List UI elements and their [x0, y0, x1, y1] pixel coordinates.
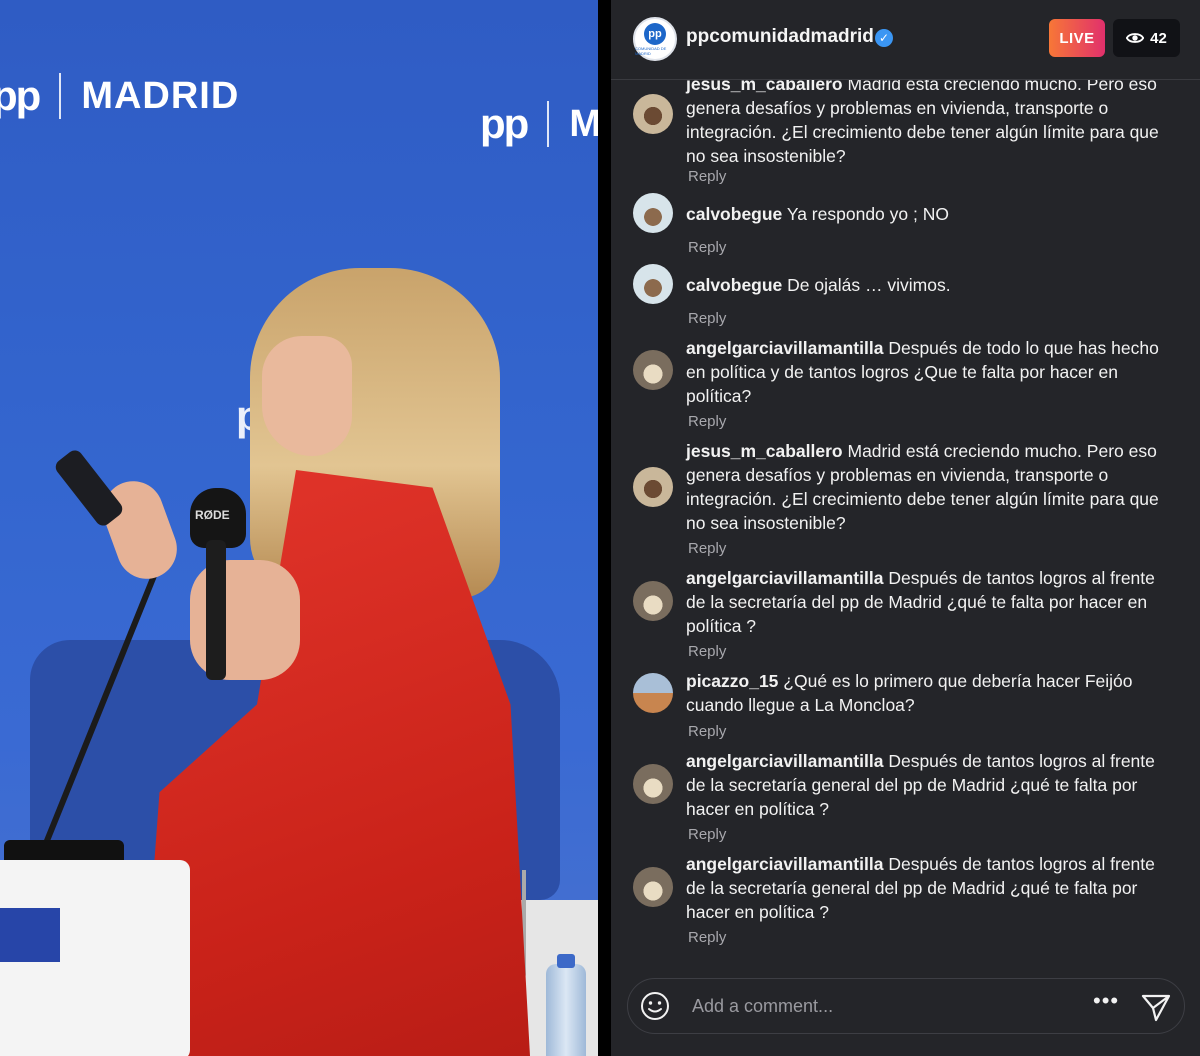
- comment-username[interactable]: calvobegue: [686, 204, 782, 224]
- comment-username[interactable]: jesus_m_caballero: [686, 441, 843, 461]
- table-card: [0, 908, 60, 962]
- comment-username[interactable]: angelgarciavillamantilla: [686, 854, 883, 874]
- viewer-count-badge[interactable]: 42: [1113, 19, 1180, 57]
- comment-text: angelgarciavillamantilla Después de tant…: [686, 566, 1176, 638]
- commenter-avatar[interactable]: [633, 94, 673, 134]
- comment-text: jesus_m_caballero Madrid está creciendo …: [686, 72, 1176, 168]
- commenter-avatar[interactable]: [633, 264, 673, 304]
- reply-button[interactable]: Reply: [688, 310, 726, 327]
- comment-body: Ya respondo yo ; NO: [786, 204, 949, 224]
- commenter-avatar[interactable]: [633, 581, 673, 621]
- account-avatar-caption: COMUNIDAD DE MADRID: [635, 45, 667, 56]
- more-options-icon[interactable]: •••: [1093, 990, 1118, 1017]
- comment-text: picazzo_15 ¿Qué es lo primero que deberí…: [686, 669, 1176, 717]
- reply-button[interactable]: Reply: [688, 929, 726, 946]
- commenter-avatar[interactable]: [633, 467, 673, 507]
- live-comments-panel: pp COMUNIDAD DE MADRID ppcomunidadmadrid…: [611, 0, 1200, 1056]
- reply-button[interactable]: Reply: [688, 239, 726, 256]
- backdrop-logo-divider: [59, 73, 62, 119]
- reply-button[interactable]: Reply: [688, 643, 726, 660]
- comment-text: angelgarciavillamantilla Después de todo…: [686, 336, 1176, 408]
- reply-button[interactable]: Reply: [688, 826, 726, 843]
- water-bottle: [546, 954, 586, 1056]
- commenter-avatar[interactable]: [633, 673, 673, 713]
- comment-text: angelgarciavillamantilla Después de tant…: [686, 749, 1176, 821]
- live-badge: LIVE: [1049, 19, 1105, 57]
- viewer-count: 42: [1150, 29, 1167, 47]
- commenter-avatar[interactable]: [633, 764, 673, 804]
- emoji-icon[interactable]: [640, 991, 670, 1021]
- reply-button[interactable]: Reply: [688, 413, 726, 430]
- comment-composer: •••: [627, 978, 1185, 1034]
- comment-username[interactable]: calvobegue: [686, 275, 782, 295]
- eye-icon: [1126, 33, 1145, 43]
- account-username[interactable]: ppcomunidadmadrid: [686, 26, 874, 48]
- reply-button[interactable]: Reply: [688, 540, 726, 557]
- comment-input[interactable]: [692, 989, 1072, 1023]
- mic-handle: [206, 540, 226, 680]
- comment-text: calvobegue Ya respondo yo ; NO: [686, 202, 1176, 226]
- reply-button[interactable]: Reply: [688, 168, 726, 185]
- comment-username[interactable]: angelgarciavillamantilla: [686, 568, 883, 588]
- send-icon[interactable]: [1140, 991, 1172, 1023]
- commenter-avatar[interactable]: [633, 193, 673, 233]
- backdrop-logo-divider: [547, 101, 550, 147]
- backdrop-logo: pp MADRID: [0, 72, 239, 120]
- backdrop-logo-mark: pp: [480, 100, 529, 147]
- comment-text: angelgarciavillamantilla Después de tant…: [686, 852, 1176, 924]
- live-header: pp COMUNIDAD DE MADRID ppcomunidadmadrid…: [611, 0, 1200, 80]
- comment-text: calvobegue De ojalás … vivimos.: [686, 273, 1176, 297]
- reply-button[interactable]: Reply: [688, 723, 726, 740]
- commenter-avatar[interactable]: [633, 350, 673, 390]
- live-video-frame[interactable]: pp MADRID pp MADRID pp RØDE: [0, 0, 598, 1056]
- backdrop-logo-mark: pp: [0, 72, 41, 119]
- backdrop-logo-city: MADRID: [569, 102, 598, 145]
- speaker-face: [262, 336, 352, 456]
- comment-body: De ojalás … vivimos.: [787, 275, 951, 295]
- comment-username[interactable]: angelgarciavillamantilla: [686, 338, 883, 358]
- account-avatar[interactable]: pp COMUNIDAD DE MADRID: [633, 17, 677, 61]
- comment-text: jesus_m_caballero Madrid está creciendo …: [686, 439, 1176, 535]
- verified-badge-icon: ✓: [875, 29, 893, 47]
- mic-brand-label: RØDE: [195, 508, 230, 522]
- comment-username[interactable]: picazzo_15: [686, 671, 778, 691]
- comment-username[interactable]: angelgarciavillamantilla: [686, 751, 883, 771]
- backdrop-logo-city: MADRID: [81, 74, 240, 117]
- backdrop-logo: pp MADRID: [480, 100, 598, 148]
- account-avatar-monogram: pp: [644, 22, 666, 45]
- commenter-avatar[interactable]: [633, 867, 673, 907]
